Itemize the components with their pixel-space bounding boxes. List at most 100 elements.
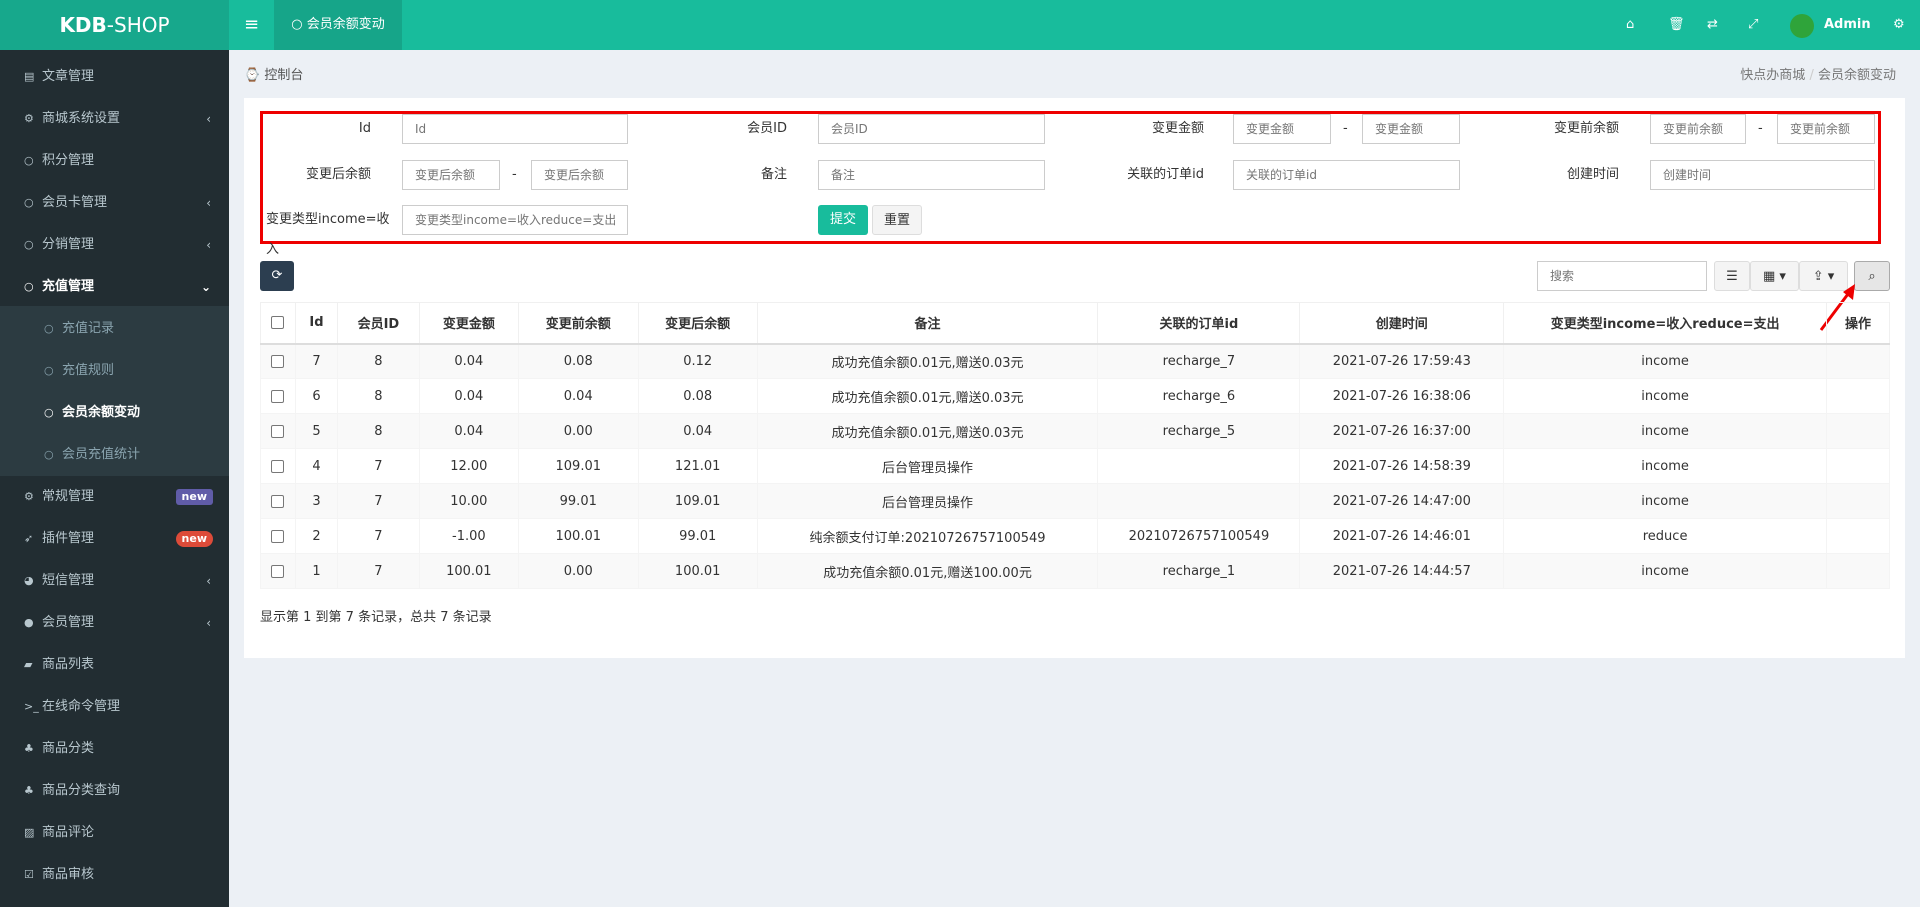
- breadcrumb-current: 会员余额变动: [1817, 68, 1896, 83]
- sidebar-item[interactable]: ○ 分销管理 ‹: [0, 224, 229, 266]
- sidebar-item[interactable]: ▤ 文章管理: [0, 56, 229, 98]
- sidebar-item[interactable]: ▰ 商品列表: [0, 644, 229, 686]
- table-cell: 成功充值余额0.01元,赠送100.00元: [756, 553, 1099, 589]
- amount-max-input[interactable]: [1362, 114, 1460, 144]
- amount-min-input[interactable]: [1233, 114, 1331, 144]
- row-checkbox[interactable]: [260, 518, 296, 554]
- after-min-input[interactable]: [402, 160, 500, 190]
- column-header[interactable]: 变更后余额: [637, 302, 758, 345]
- sidebar-item[interactable]: ◕ 短信管理 ‹: [0, 560, 229, 602]
- uid-input[interactable]: [818, 114, 1045, 144]
- sidebar-item[interactable]: ♣ 商品分类查询: [0, 770, 229, 812]
- table-cell: [1825, 413, 1891, 449]
- column-header[interactable]: 会员ID: [336, 302, 420, 345]
- avatar[interactable]: [1790, 14, 1814, 38]
- table-row: 2 7 -1.00 100.01 99.01 纯余额支付订单:20210726757100…: [260, 518, 1891, 554]
- column-header[interactable]: 关联的订单id: [1097, 302, 1301, 345]
- column-header[interactable]: 备注: [756, 302, 1099, 345]
- table-row: 3 7 10.00 99.01 109.01 后台管理员操作 2021-07-26 14:4…: [260, 483, 1891, 519]
- before-max-input[interactable]: [1777, 114, 1875, 144]
- row-checkbox[interactable]: [260, 483, 296, 519]
- row-checkbox[interactable]: [260, 413, 296, 449]
- home-icon[interactable]: ⌂: [1626, 0, 1634, 50]
- sidebar-item[interactable]: ● 会员管理 ‹: [0, 602, 229, 644]
- order-input[interactable]: [1233, 160, 1460, 190]
- sidebar-item-label: 会员卡管理: [42, 195, 108, 210]
- table-cell: 0.00: [517, 553, 639, 589]
- column-header[interactable]: 变更金额: [418, 302, 519, 345]
- translate-icon[interactable]: ⇄: [1707, 0, 1718, 50]
- toggle-view-button[interactable]: ☰: [1714, 261, 1750, 291]
- table-cell: 成功充值余额0.01元,赠送0.03元: [756, 378, 1099, 414]
- sidebar: ▤ 文章管理 ⚙ 商城系统设置 ‹ ○ 积分管理 ○ 会员卡管理 ‹ ○ 分销管理 ‹ ○ 充值管理 ⌄ ○ 充值…: [0, 50, 229, 907]
- sidebar-item-label: 积分管理: [42, 153, 95, 168]
- sidebar-item[interactable]: ○ 充值记录: [0, 308, 229, 350]
- submit-button[interactable]: 提交: [818, 205, 868, 235]
- sidebar-item[interactable]: ➶ 插件管理 new: [0, 518, 229, 560]
- user-name[interactable]: Admin: [1824, 0, 1871, 50]
- table-cell: 4: [294, 448, 338, 484]
- table-cell: 100.01: [637, 553, 758, 589]
- label-time: 创建时间: [1566, 167, 1619, 182]
- table-cell: 7: [336, 518, 420, 554]
- sidebar-item[interactable]: ⚙ 常规管理 new: [0, 476, 229, 518]
- table-cell: reduce: [1503, 518, 1827, 554]
- select-all-checkbox[interactable]: [260, 302, 296, 345]
- before-min-input[interactable]: [1650, 114, 1746, 144]
- menu-toggle-icon[interactable]: ≡: [229, 0, 274, 50]
- sidebar-item[interactable]: ☑ 商品审核: [0, 854, 229, 896]
- row-checkbox[interactable]: [260, 448, 296, 484]
- label-memo: 备注: [760, 167, 787, 182]
- column-header[interactable]: 变更类型income=收入reduce=支出: [1503, 302, 1827, 345]
- sidebar-item-label: 商品分类查询: [42, 783, 121, 798]
- range-dash: -: [1343, 121, 1348, 136]
- pagination-info: 显示第 1 到第 7 条记录，总共 7 条记录: [260, 610, 492, 625]
- column-header[interactable]: 创建时间: [1299, 302, 1505, 345]
- fullscreen-icon[interactable]: ⤢: [1748, 0, 1758, 50]
- data-table: Id 会员ID 变更金额 变更前余额 变更后余额 备注 关联的订单id 创建时间 变更类型inc…: [260, 302, 1891, 589]
- logo[interactable]: KDB-SHOP: [0, 0, 229, 50]
- sidebar-item[interactable]: ♣ 商品分类: [0, 728, 229, 770]
- sidebar-item[interactable]: ○ 会员余额变动: [0, 392, 229, 434]
- sidebar-item[interactable]: >_ 在线命令管理: [0, 686, 229, 728]
- breadcrumb-dashboard[interactable]: ⌚ 控制台: [244, 64, 303, 83]
- sidebar-item[interactable]: ○ 充值规则: [0, 350, 229, 392]
- table-cell: 20210726757100549: [1097, 518, 1301, 554]
- rocket-icon: ➶: [24, 532, 34, 545]
- row-checkbox[interactable]: [260, 378, 296, 414]
- id-input[interactable]: [402, 114, 628, 144]
- table-cell: 109.01: [637, 483, 758, 519]
- time-input[interactable]: [1650, 160, 1875, 190]
- table-cell: 0.08: [637, 378, 758, 414]
- columns-button[interactable]: ▦ ▾: [1750, 261, 1799, 291]
- search-input[interactable]: [1537, 261, 1707, 291]
- breadcrumb: 快点办商城 / 会员余额变动: [1740, 68, 1896, 83]
- gear-icon[interactable]: ⚙: [1893, 0, 1905, 50]
- column-header[interactable]: 操作: [1825, 302, 1891, 345]
- table-cell: [1825, 448, 1891, 484]
- row-checkbox[interactable]: [260, 553, 296, 589]
- sidebar-item-label: 商品列表: [42, 657, 95, 672]
- column-header[interactable]: 变更前余额: [517, 302, 639, 345]
- reset-button[interactable]: 重置: [872, 205, 922, 235]
- memo-input[interactable]: [818, 160, 1045, 190]
- row-checkbox[interactable]: [260, 343, 296, 379]
- refresh-icon: ⟳: [271, 268, 283, 283]
- chevron-icon: ‹: [206, 574, 211, 588]
- column-header[interactable]: Id: [294, 302, 338, 345]
- sitemap-icon: ♣: [24, 784, 34, 797]
- breadcrumb-home[interactable]: 快点办商城: [1740, 68, 1805, 83]
- sidebar-item[interactable]: ○ 充值管理 ⌄: [0, 266, 229, 308]
- circle-icon: ○: [44, 448, 54, 461]
- sidebar-item[interactable]: ▨ 商品评论: [0, 812, 229, 854]
- sidebar-item[interactable]: ⚙ 商城系统设置 ‹: [0, 98, 229, 140]
- sidebar-item[interactable]: ○ 会员卡管理 ‹: [0, 182, 229, 224]
- sidebar-item[interactable]: ○ 会员充值统计: [0, 434, 229, 476]
- sidebar-item-label: 充值管理: [42, 279, 95, 294]
- tab-member-balance[interactable]: ○ 会员余额变动: [274, 0, 402, 50]
- refresh-button[interactable]: ⟳: [260, 261, 294, 291]
- type-input[interactable]: [402, 205, 628, 235]
- trash-icon[interactable]: 🗑: [1668, 0, 1685, 50]
- after-max-input[interactable]: [531, 160, 628, 190]
- sidebar-item[interactable]: ○ 积分管理: [0, 140, 229, 182]
